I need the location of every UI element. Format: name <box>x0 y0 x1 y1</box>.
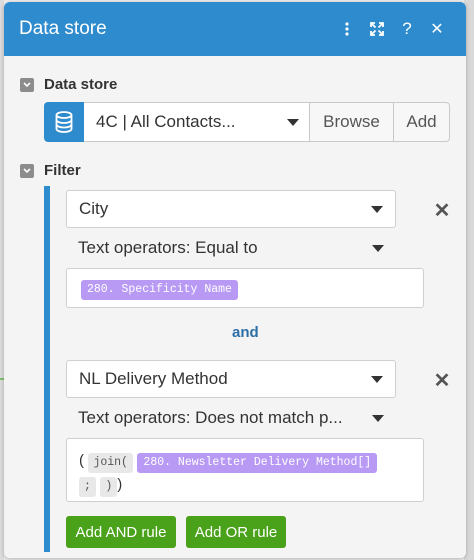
panel-body: Data store 4C | All Contacts... Browse A… <box>4 56 466 558</box>
filter-label: Filter <box>44 162 81 179</box>
data-store-section-toggle[interactable]: Data store <box>20 76 117 93</box>
rule-1-field-select[interactable]: City <box>66 190 396 228</box>
add-and-rule-button[interactable]: Add AND rule <box>66 516 176 548</box>
add-or-rule-button[interactable]: Add OR rule <box>186 516 286 548</box>
chevron-down-icon <box>20 163 34 178</box>
browse-button[interactable]: Browse <box>310 102 394 142</box>
data-store-picker: 4C | All Contacts... Browse Add <box>44 102 450 142</box>
filter-section-toggle[interactable]: Filter <box>20 162 81 179</box>
rule-2-value-field[interactable]: ( join( 280. Newsletter Delivery Method[… <box>66 438 424 502</box>
rule-2-operator: Text operators: Does not match p... <box>78 408 343 427</box>
rule-1-operator-select[interactable]: Text operators: Equal to <box>66 230 396 266</box>
expand-icon[interactable] <box>362 14 392 44</box>
mapped-value-pill[interactable]: 280. Specificity Name <box>81 280 238 300</box>
panel-title: Data store <box>19 18 107 39</box>
rule-1-value-field[interactable]: 280. Specificity Name <box>66 268 424 308</box>
caret-down-icon <box>287 118 299 126</box>
panel-header: Data store ? ✕ <box>4 2 466 56</box>
rule-2-field: NL Delivery Method <box>79 369 228 388</box>
rule-2-remove-icon[interactable]: ✕ <box>432 370 452 392</box>
caret-down-icon <box>371 375 383 383</box>
rule-1-remove-icon[interactable]: ✕ <box>432 200 452 222</box>
data-store-label: Data store <box>44 76 118 93</box>
chevron-down-icon <box>20 77 34 92</box>
add-button[interactable]: Add <box>394 102 450 142</box>
rule-2-field-select[interactable]: NL Delivery Method <box>66 360 396 398</box>
mapped-value-pill[interactable]: 280. Newsletter Delivery Method[] <box>137 453 378 473</box>
rule-1-operator: Text operators: Equal to <box>78 238 258 257</box>
close-paren: ) <box>117 476 123 493</box>
data-store-value: 4C | All Contacts... <box>96 112 236 131</box>
rule-1-field: City <box>79 199 109 218</box>
join-function-pill[interactable]: join( <box>88 453 133 473</box>
filter-group-bar <box>44 186 50 552</box>
open-paren: ( <box>79 452 84 469</box>
caret-down-icon <box>372 244 384 252</box>
data-store-select[interactable]: 4C | All Contacts... <box>84 102 310 142</box>
caret-down-icon <box>371 205 383 213</box>
database-icon <box>44 102 84 142</box>
caret-down-icon <box>372 414 384 422</box>
more-vertical-icon[interactable] <box>332 14 362 44</box>
rule-2-operator-select[interactable]: Text operators: Does not match p... <box>66 400 396 436</box>
separator-pill[interactable]: ; <box>79 477 96 497</box>
close-icon[interactable]: ✕ <box>422 14 452 44</box>
join-close-pill[interactable]: ) <box>100 477 118 497</box>
and-separator: and <box>232 324 259 341</box>
data-store-panel: Data store ? ✕ Data store 4C | All Conta… <box>4 2 466 558</box>
help-icon[interactable]: ? <box>392 14 422 44</box>
